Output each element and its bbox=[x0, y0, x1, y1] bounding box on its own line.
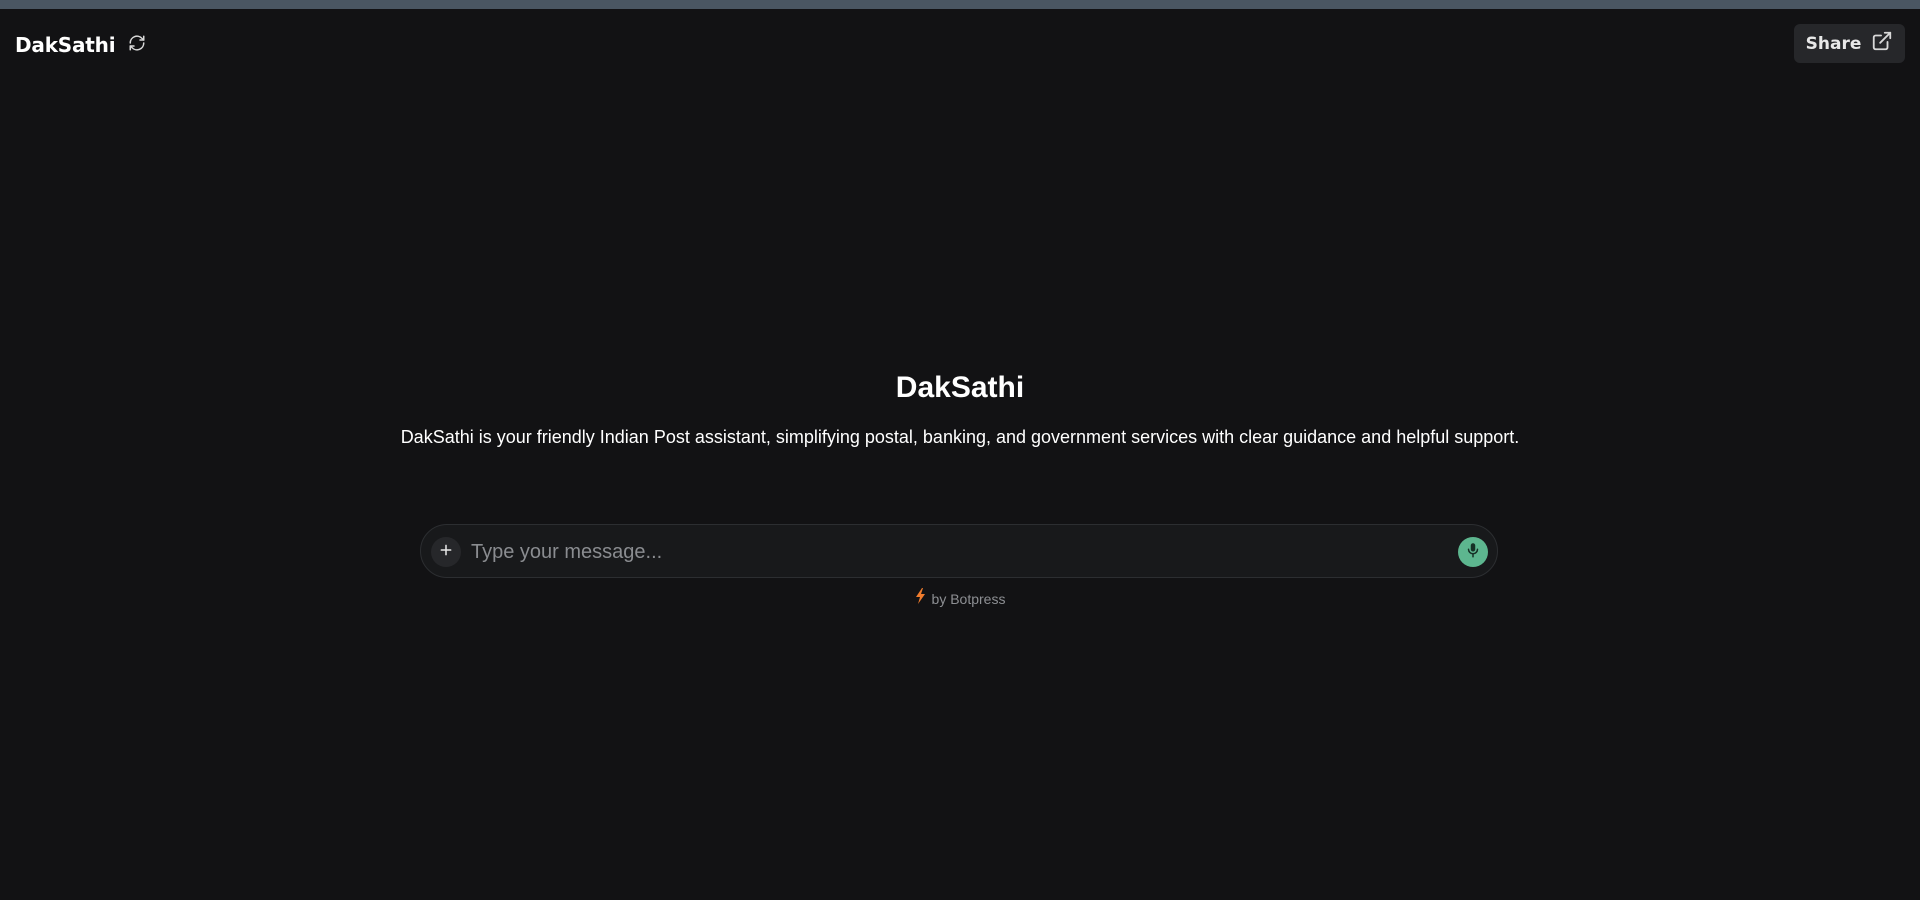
bot-description: DakSathi is your friendly Indian Post as… bbox=[400, 427, 1520, 447]
refresh-icon bbox=[128, 34, 146, 57]
window-top-strip bbox=[0, 0, 1920, 9]
header-bar: DakSathi Share bbox=[0, 9, 1920, 79]
powered-by-text: by Botpress bbox=[931, 590, 1006, 607]
brand-title: DakSathi bbox=[15, 33, 116, 57]
powered-by-link[interactable]: by Botpress bbox=[0, 588, 1920, 609]
message-input[interactable] bbox=[471, 533, 1411, 571]
restart-conversation-button[interactable] bbox=[124, 32, 150, 58]
lightning-bolt-icon bbox=[915, 588, 926, 609]
plus-icon bbox=[439, 543, 453, 562]
chat-app: DakSathi Share DakSathi DakSathi is your… bbox=[0, 9, 1920, 900]
microphone-icon bbox=[1464, 541, 1482, 564]
external-link-icon bbox=[1871, 30, 1893, 57]
share-button-label: Share bbox=[1805, 33, 1862, 54]
bot-name-heading: DakSathi bbox=[895, 371, 1025, 404]
voice-input-button[interactable] bbox=[1458, 537, 1488, 567]
share-button[interactable]: Share bbox=[1794, 24, 1905, 63]
attach-button[interactable] bbox=[431, 537, 461, 567]
message-composer bbox=[420, 524, 1498, 578]
welcome-section: DakSathi DakSathi is your friendly India… bbox=[0, 371, 1920, 448]
